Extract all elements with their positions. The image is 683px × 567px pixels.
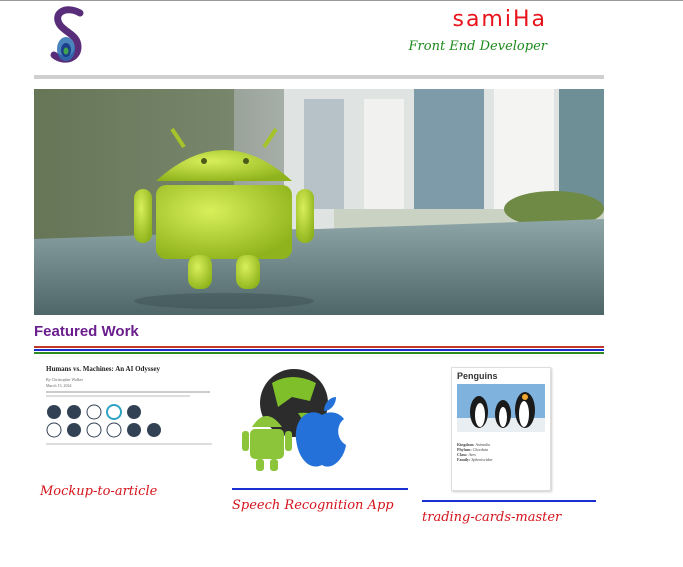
featured-item-caption[interactable]: Mockup-to-article (40, 484, 157, 499)
article-thumb-byline: By Christopher Walker (46, 377, 83, 382)
site-owner-role: Front End Developer (408, 39, 547, 54)
featured-work-heading: Featured Work (34, 323, 139, 340)
featured-item-caption[interactable]: Speech Recognition App (232, 498, 394, 513)
family-label: Family: (457, 457, 471, 462)
featured-divider (34, 346, 604, 355)
trading-card-title: Penguins (457, 371, 498, 381)
android-robot-hero-photo (34, 89, 604, 315)
header-divider (34, 75, 604, 79)
speech-app-underline (232, 488, 408, 490)
featured-item-trading-cards[interactable]: Penguins Kingdom: Animalia Phylum: Chord… (451, 367, 551, 491)
peacock-feather-s-logo-icon (50, 6, 84, 63)
hero-image (34, 89, 604, 315)
featured-item-speech-recognition[interactable] (232, 367, 352, 475)
featured-item-caption[interactable]: trading-cards-master (422, 510, 561, 525)
family-value: Spheniscidae (471, 457, 493, 462)
featured-item-mockup-to-article[interactable]: Humans vs. Machines: An AI Odyssey By Ch… (40, 363, 218, 477)
site-owner-name: samiHa (452, 7, 547, 32)
penguins-photo-icon (457, 384, 545, 432)
trading-cards-underline (422, 500, 596, 502)
article-diagram-icon (46, 391, 212, 445)
logo[interactable] (46, 5, 92, 65)
article-thumb-title: Humans vs. Machines: An AI Odyssey (46, 365, 160, 373)
android-apple-globe-icon (242, 369, 346, 471)
